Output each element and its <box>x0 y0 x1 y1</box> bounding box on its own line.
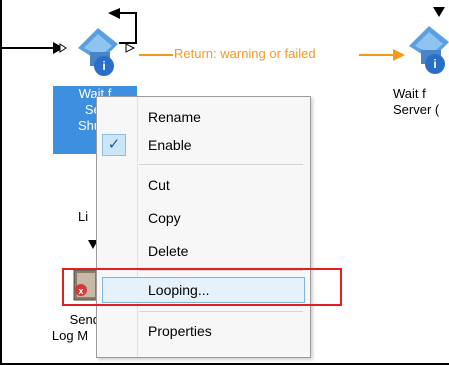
menu-item-rename[interactable]: Rename <box>97 104 310 130</box>
activity-send-log[interactable]: Send Log M <box>40 312 100 344</box>
activity-label-line: Log M <box>51 328 89 343</box>
activity-label-line: Send <box>69 312 100 327</box>
menu-separator <box>139 164 303 165</box>
menu-item-cut[interactable]: Cut <box>97 172 310 198</box>
menu-item-delete[interactable]: Delete <box>97 238 310 264</box>
loop-arrow-right-icon <box>433 7 445 17</box>
menu-item-enable[interactable]: ✓ Enable <box>97 132 310 158</box>
activity-label-line: Wait f <box>393 86 426 101</box>
svg-text:i: i <box>433 57 436 71</box>
activity-label-line: Server ( <box>393 102 440 117</box>
outgoing-port-icon <box>125 43 136 53</box>
highlight-annotation-box <box>62 268 342 306</box>
activity-wait-right[interactable]: Wait f Server ( <box>393 86 449 118</box>
svg-text:i: i <box>102 59 105 73</box>
context-menu: Rename ✓ Enable Cut Copy Delete Looping.… <box>96 96 311 358</box>
menu-item-label: Copy <box>148 210 181 226</box>
return-link-line-left <box>139 54 173 56</box>
wait-activity-icon[interactable]: i <box>407 20 449 80</box>
menu-item-label: Enable <box>148 137 192 153</box>
menu-item-label: Properties <box>148 323 212 339</box>
incoming-connector-line <box>0 47 58 49</box>
menu-separator <box>139 311 303 312</box>
return-link-label[interactable]: Return: warning or failed <box>174 46 316 61</box>
checkmark-icon: ✓ <box>102 134 126 156</box>
menu-item-label: Cut <box>148 177 170 193</box>
return-link-line-right <box>359 54 397 56</box>
activity-partial-label: Li <box>78 209 89 224</box>
loop-arrow-icon <box>108 8 120 19</box>
menu-item-copy[interactable]: Copy <box>97 205 310 231</box>
wait-activity-icon[interactable]: i <box>76 22 122 82</box>
menu-item-label: Rename <box>148 109 201 125</box>
incoming-arrow-icon <box>53 42 67 54</box>
menu-item-label: Delete <box>148 243 189 259</box>
menu-item-properties[interactable]: Properties <box>97 318 310 344</box>
return-link-arrow-icon <box>393 49 405 61</box>
